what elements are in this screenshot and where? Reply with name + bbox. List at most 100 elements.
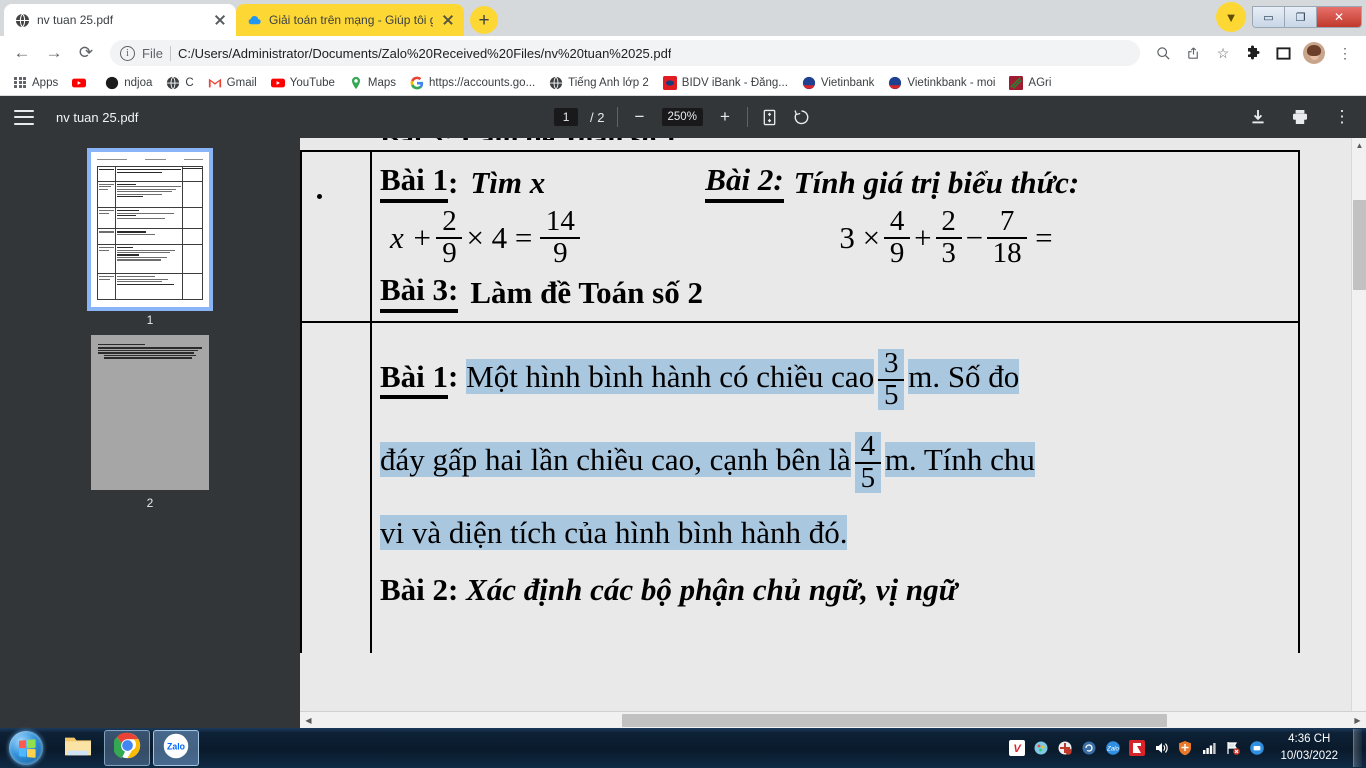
paint-icon[interactable] [1032, 740, 1049, 757]
profile-avatar[interactable] [1303, 42, 1325, 64]
hamburger-icon[interactable] [14, 109, 34, 125]
bai-3-title: Làm đề Toán số 2 [470, 274, 703, 310]
bookmark-maps[interactable]: Maps [342, 72, 403, 94]
antivirus-icon[interactable] [1056, 740, 1073, 757]
bookmark-vietinkbank-moi[interactable]: Vietinkbank - moi [881, 72, 1002, 94]
taskbar-item-windows-explorer[interactable] [55, 730, 101, 766]
download-icon[interactable] [1248, 107, 1268, 127]
fraction-7-over-18: 7 18 [987, 206, 1028, 268]
vertical-scroll-thumb[interactable] [1353, 200, 1366, 290]
horizontal-scrollbar[interactable]: ◀ ▶ [300, 711, 1366, 728]
chevron-down-icon[interactable]: ▼ [1216, 2, 1246, 32]
shield-icon[interactable] [1176, 740, 1193, 757]
rotate-icon[interactable] [792, 107, 812, 127]
globe-icon [549, 76, 563, 90]
page-thumbnail[interactable] [87, 148, 213, 311]
close-icon[interactable] [440, 12, 456, 28]
highlighted-text-line-3: vi và diện tích của hình bình hành đó. [380, 515, 848, 551]
horizontal-scroll-thumb[interactable] [622, 713, 1167, 727]
taskbar-item-zalo[interactable]: Zalo [153, 730, 199, 766]
new-tab-button[interactable]: + [470, 6, 498, 34]
teamviewer-icon[interactable] [1248, 740, 1265, 757]
scroll-up-arrow[interactable]: ▲ [1352, 138, 1366, 153]
bookmark-ndjoa[interactable]: ndjoa [98, 72, 159, 94]
network-icon[interactable] [1200, 740, 1217, 757]
bai-1-paragraph: Bài 1: Một hình bình hành có chiều cao 3… [380, 349, 1290, 411]
chrome-menu-icon[interactable]: ⋮ [1332, 40, 1358, 66]
bookmark-agri[interactable]: AGri [1002, 72, 1058, 94]
taskbar-item-google-chrome[interactable] [104, 730, 150, 766]
bai-1-label: Bài 1 [380, 162, 449, 203]
zoom-in-button[interactable]: + [715, 107, 735, 127]
tab-nv-tuan-25-pdf[interactable]: nv tuan 25.pdf [4, 4, 236, 36]
bookmark-label: Tiếng Anh lớp 2 [568, 76, 649, 89]
bookmark-label: C [185, 76, 194, 89]
scroll-left-arrow[interactable]: ◀ [300, 712, 317, 729]
equation-2-equals: = [1035, 219, 1053, 255]
highlighted-text-line-1b: m. Số đo [908, 358, 1020, 394]
bookmark-star-icon[interactable]: ☆ [1210, 40, 1236, 66]
thumbnail-page-number: 2 [146, 496, 154, 510]
extensions-puzzle-icon[interactable] [1240, 40, 1266, 66]
zalo-tray-icon[interactable]: Zalo [1104, 740, 1121, 757]
side-panel-icon[interactable] [1270, 40, 1296, 66]
close-icon[interactable] [212, 12, 228, 28]
horizontal-scroll-track[interactable] [317, 712, 1349, 729]
tab-title: Giải toán trên mạng - Giúp tôi gi [269, 13, 433, 27]
bullet-dot [317, 194, 322, 199]
unikey-icon[interactable]: V [1008, 740, 1025, 757]
minimize-button[interactable]: ▭ [1253, 7, 1285, 27]
share-icon[interactable] [1180, 40, 1206, 66]
page-number-input[interactable]: 1 [554, 108, 579, 126]
bai-1-title: Tìm x [470, 164, 546, 200]
page-thumbnail[interactable] [91, 335, 209, 490]
bookmark-gmail[interactable]: Gmail [201, 72, 264, 94]
browser-toolbar: ← → ⟳ i File C:/Users/Administrator/Docu… [0, 36, 1366, 70]
table-cell-content: Bài 1: Một hình bình hành có chiều cao 3… [372, 323, 1300, 654]
chrome-browser-window: nv tuan 25.pdf Giải toán trên mạng - Giú… [0, 0, 1366, 728]
back-button[interactable]: ← [8, 39, 36, 67]
bookmark-youtube-2[interactable]: YouTube [264, 72, 342, 94]
forward-button[interactable]: → [40, 39, 68, 67]
pdf-page-view[interactable]: Bài 3: Làm đề Toán số 1 Bài 1 : [300, 138, 1366, 728]
bookmark-c[interactable]: C [159, 72, 200, 94]
bookmark-apps[interactable]: Apps [6, 72, 65, 94]
volume-icon[interactable] [1152, 740, 1169, 757]
address-bar[interactable]: i File C:/Users/Administrator/Documents/… [110, 40, 1140, 66]
fit-page-icon[interactable] [760, 107, 780, 127]
equation-2-lead: 3 × [839, 219, 881, 255]
pdf-more-menu-icon[interactable]: ⋮ [1332, 107, 1352, 127]
action-center-icon[interactable] [1224, 740, 1241, 757]
zoom-icon[interactable] [1150, 40, 1176, 66]
bookmark-bidv-ibank[interactable]: BIDV iBank - Đăng... [656, 72, 795, 94]
site-info-icon[interactable]: i [120, 45, 135, 61]
start-button[interactable] [0, 729, 52, 767]
sync-icon[interactable] [1080, 740, 1097, 757]
zoom-out-button[interactable]: − [630, 107, 650, 127]
close-button[interactable]: ✕ [1317, 7, 1361, 27]
bookmark-vietinbank[interactable]: Vietinbank [795, 72, 882, 94]
print-icon[interactable] [1290, 107, 1310, 127]
thumbnail-preview [98, 343, 202, 360]
bookmark-youtube-1[interactable] [65, 72, 98, 94]
bookmark-tieng-anh-lop-2[interactable]: Tiếng Anh lớp 2 [542, 72, 656, 94]
taskbar-clock[interactable]: 4:36 CH 10/03/2022 [1280, 731, 1338, 764]
chrome-icon [112, 732, 141, 764]
fraction-3-over-5: 3 5 [878, 349, 905, 411]
agri-icon [1009, 75, 1024, 90]
bookmark-label: AGri [1028, 76, 1052, 89]
thumbnail-item-1[interactable]: 1 [87, 148, 213, 327]
apps-grid-icon [13, 76, 27, 90]
bookmark-label: https://accounts.go... [429, 76, 536, 89]
bai-3-row: Bài 3: Làm đề Toán số 2 [380, 272, 1290, 314]
flash-icon[interactable] [1128, 740, 1145, 757]
tab-giai-toan-tren-mang[interactable]: Giải toán trên mạng - Giúp tôi gi [236, 4, 464, 36]
show-desktop-button[interactable] [1353, 729, 1362, 767]
vertical-scrollbar[interactable]: ▲ ▼ [1351, 138, 1366, 728]
page-total-label: / 2 [590, 109, 605, 125]
reload-button[interactable]: ⟳ [72, 39, 100, 67]
bookmark-accounts-google[interactable]: https://accounts.go... [403, 72, 542, 94]
scroll-right-arrow[interactable]: ▶ [1349, 712, 1366, 729]
maximize-button[interactable]: ❐ [1285, 7, 1317, 27]
thumbnail-item-2[interactable]: 2 [91, 335, 209, 510]
